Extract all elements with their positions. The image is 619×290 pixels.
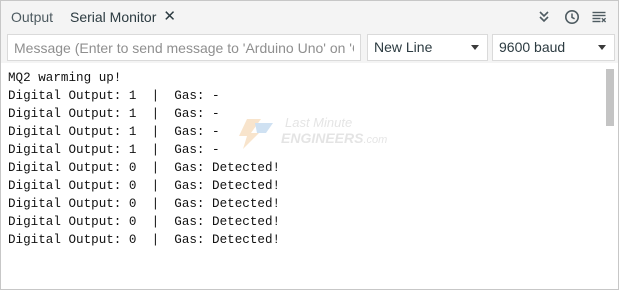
line-ending-select[interactable]: New Line <box>367 34 488 61</box>
toggle-timestamp-icon[interactable] <box>564 9 580 25</box>
serial-output-line: Digital Output: 0 | Gas: Detected! <box>8 179 281 193</box>
serial-output-line: Digital Output: 0 | Gas: Detected! <box>8 197 281 211</box>
tab-output[interactable]: Output <box>11 1 53 32</box>
serial-output-line: Digital Output: 0 | Gas: Detected! <box>8 215 281 229</box>
close-icon[interactable]: ✕ <box>163 1 176 33</box>
line-ending-value: New Line <box>374 39 433 55</box>
serial-output-line: Digital Output: 1 | Gas: - <box>8 143 220 157</box>
watermark-text-suffix: .com <box>363 134 388 146</box>
serial-output-line: MQ2 warming up! <box>8 71 122 85</box>
watermark-text-brand: ENGINEERS <box>281 130 364 146</box>
watermark-text-1: Last Minute <box>285 115 353 130</box>
tab-serial-monitor[interactable]: Serial Monitor ✕ <box>61 1 185 32</box>
watermark-text-2: ENGINEERS.com <box>281 130 387 146</box>
message-input[interactable] <box>7 34 361 61</box>
tab-output-label: Output <box>11 9 54 25</box>
scrollbar-thumb[interactable] <box>606 69 614 126</box>
chevron-down-icon <box>598 45 606 50</box>
panel-tab-bar: Output Serial Monitor ✕ <box>1 1 618 32</box>
serial-output-line: Digital Output: 0 | Gas: Detected! <box>8 161 281 175</box>
serial-output-line: Digital Output: 1 | Gas: - <box>8 89 220 103</box>
baud-rate-value: 9600 baud <box>499 39 566 55</box>
serial-output-line: Digital Output: 0 | Gas: Detected! <box>8 233 281 247</box>
clear-output-icon[interactable] <box>591 9 607 25</box>
chevron-down-icon <box>471 45 479 50</box>
serial-output-line: Digital Output: 1 | Gas: - <box>8 125 220 139</box>
serial-output-lines: MQ2 warming up! Digital Output: 1 | Gas: … <box>8 69 280 249</box>
serial-output-area[interactable]: Last Minute ENGINEERS.com MQ2 warming up… <box>1 63 618 289</box>
tab-serial-monitor-label: Serial Monitor <box>70 9 157 25</box>
serial-output-line: Digital Output: 1 | Gas: - <box>8 107 220 121</box>
toggle-autoscroll-icon[interactable] <box>536 9 552 25</box>
serial-monitor-panel: Output Serial Monitor ✕ Message (Enter t… <box>0 0 619 290</box>
send-message-toolbar: New Line 9600 baud <box>1 32 618 63</box>
baud-rate-select[interactable]: 9600 baud <box>492 34 615 61</box>
